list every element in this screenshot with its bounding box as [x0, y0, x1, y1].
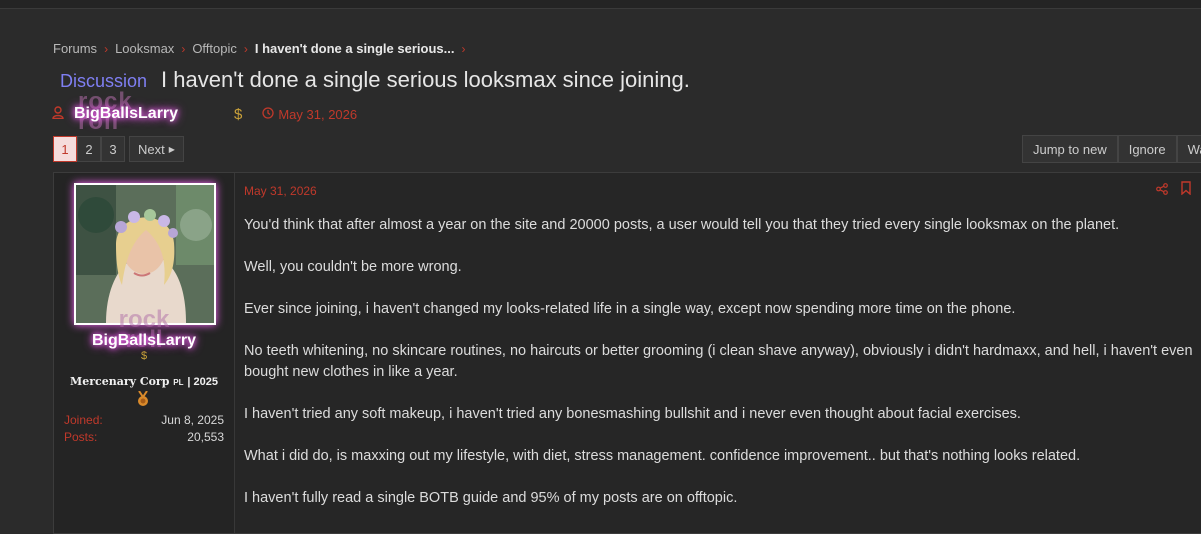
rank-name: Mercenary Corp: [70, 375, 170, 388]
chevron-right-icon: ›: [104, 41, 109, 56]
page-title: I haven't done a single serious looksmax…: [161, 67, 690, 92]
posts-value[interactable]: 20,553: [187, 430, 224, 444]
breadcrumb-current-thread[interactable]: I haven't done a single serious...: [255, 41, 455, 56]
caret-right-icon: ▶: [168, 144, 175, 154]
medal-icon: [134, 390, 152, 407]
joined-value: Jun 8, 2025: [161, 413, 224, 427]
top-bar: [0, 0, 1201, 9]
rank-year: | 2025: [187, 376, 218, 388]
post-paragraph: No teeth whitening, no skincare routines…: [244, 343, 1193, 380]
next-page-button[interactable]: Next ▶: [129, 136, 184, 162]
thread-title-row: Discussion I haven't done a single serio…: [60, 67, 690, 93]
user-rank: Mercenary Corp PL | 2025: [54, 375, 234, 388]
post-author-name[interactable]: BigBallsLarry: [54, 332, 234, 350]
post-paragraph: Ever since joining, i haven't changed my…: [244, 301, 1016, 317]
joined-stat: Joined: Jun 8, 2025: [64, 413, 224, 427]
post-paragraph: Well, you couldn't be more wrong.: [244, 259, 462, 275]
clock-icon: [262, 106, 274, 122]
chevron-right-icon: ›: [243, 41, 248, 56]
thread-author-name[interactable]: BigBallsLarry: [74, 105, 178, 123]
post-paragraph: You'd think that after almost a year on …: [244, 217, 1120, 233]
page-2-button[interactable]: 2: [77, 136, 101, 162]
jump-to-new-button[interactable]: Jump to new: [1022, 135, 1118, 163]
breadcrumb-forums[interactable]: Forums: [53, 41, 97, 56]
joined-label: Joined:: [64, 413, 103, 427]
breadcrumb: Forums › Looksmax › Offtopic › I haven't…: [53, 41, 472, 56]
thread-actions: Jump to new Ignore Wa: [1022, 135, 1201, 163]
dollar-badge-icon: $: [234, 105, 243, 123]
thread-start-date[interactable]: May 31, 2026: [278, 107, 357, 122]
breadcrumb-looksmax[interactable]: Looksmax: [115, 41, 174, 56]
chevron-right-icon: ›: [181, 41, 186, 56]
thread-meta: rock roll BigBallsLarry $ May 31, 2026: [52, 90, 357, 134]
thread-author[interactable]: rock roll BigBallsLarry: [74, 90, 224, 134]
breadcrumb-offtopic[interactable]: Offtopic: [192, 41, 237, 56]
post: rock roll BigBallsLarry $ Mercenary Corp…: [53, 172, 1201, 534]
pagination: 1 2 3 Next ▶: [53, 136, 184, 162]
dollar-badge-icon: $: [140, 350, 148, 362]
post-user-sidebar: rock roll BigBallsLarry $ Mercenary Corp…: [54, 173, 235, 533]
posts-stat: Posts: 20,553: [64, 430, 224, 444]
post-body: You'd think that after almost a year on …: [244, 215, 1194, 530]
rank-tag: PL: [173, 378, 184, 387]
share-icon[interactable]: [1156, 183, 1168, 198]
user-icon: [52, 106, 68, 122]
chevron-right-icon: ›: [461, 41, 466, 56]
post-date[interactable]: May 31, 2026: [244, 184, 317, 198]
posts-label: Posts:: [64, 430, 98, 444]
post-paragraph: I haven't tried any soft makeup, i haven…: [244, 406, 1021, 422]
watch-button[interactable]: Wa: [1176, 135, 1201, 163]
avatar[interactable]: [74, 183, 216, 325]
bookmark-icon[interactable]: [1181, 181, 1191, 196]
next-label: Next: [138, 141, 165, 157]
page-3-button[interactable]: 3: [101, 136, 125, 162]
page-1-button[interactable]: 1: [53, 136, 77, 162]
post-paragraph: What i did do, is maxxing out my lifesty…: [244, 448, 1081, 464]
post-paragraph: I haven't fully read a single BOTB guide…: [244, 490, 738, 506]
ignore-button[interactable]: Ignore: [1117, 135, 1177, 163]
